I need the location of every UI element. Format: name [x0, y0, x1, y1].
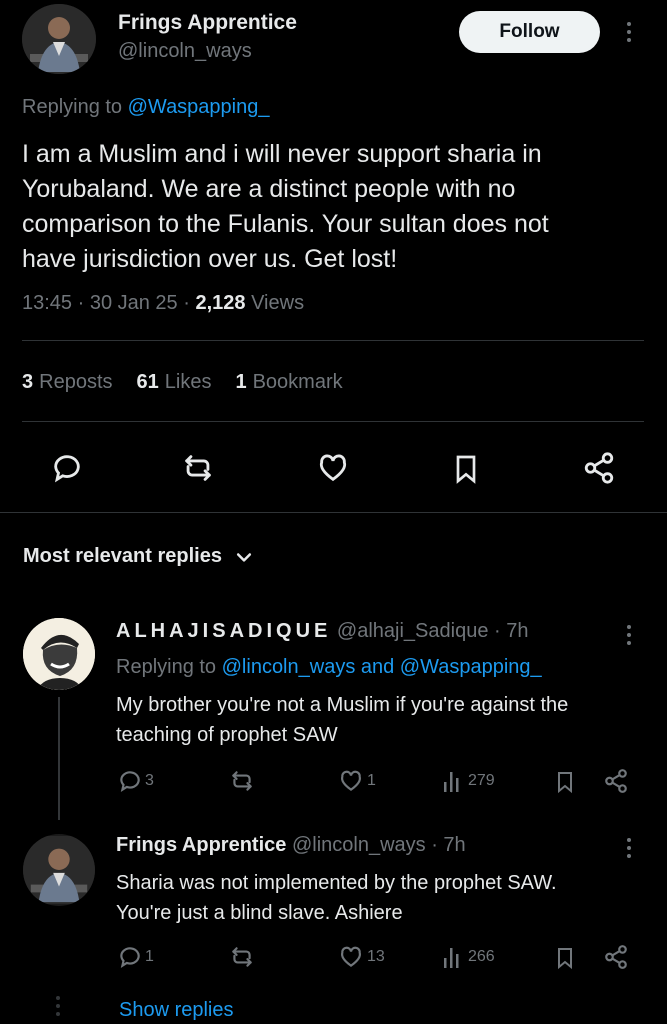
replies-header: Most relevant replies: [23, 545, 222, 567]
reply-comment-action[interactable]: 3: [117, 768, 154, 794]
reply-body-line: teaching of prophet SAW: [116, 724, 338, 746]
replies-sort-dropdown[interactable]: Most relevant replies: [23, 545, 254, 568]
replying-prefix: Replying to: [116, 656, 217, 678]
likes-stat[interactable]: 61 Likes: [137, 371, 212, 394]
author-handle[interactable]: @lincoln_ways: [118, 40, 252, 63]
tweet-body-line: have jurisdiction over us. Get lost!: [22, 245, 398, 273]
author-avatar[interactable]: [22, 4, 96, 74]
more-options-icon[interactable]: [619, 18, 639, 46]
reply-author-name[interactable]: Frings Apprentice: [116, 834, 286, 856]
comment-count: 1: [145, 948, 154, 965]
views-count: 279: [468, 772, 495, 789]
likes-count: 61: [136, 371, 159, 393]
reply-comment-action[interactable]: 1: [117, 944, 154, 970]
likes-label: Likes: [164, 371, 212, 393]
divider: [22, 421, 644, 422]
reply-author-handle[interactable]: @lincoln_ways · 7h: [292, 834, 466, 856]
views-count: 266: [468, 948, 495, 965]
bookmark-icon[interactable]: [553, 944, 577, 972]
reply-body: My brother you're not a Muslim if you're…: [116, 690, 568, 750]
views-icon: [442, 944, 464, 970]
like-count: 1: [367, 772, 376, 789]
replying-to-link[interactable]: @lincoln_ways and @Waspapping_: [222, 656, 542, 678]
like-icon[interactable]: [315, 451, 351, 485]
repost-icon[interactable]: [228, 768, 256, 794]
tweet-timestamp[interactable]: 13:45 · 30 Jan 25 ·: [22, 292, 190, 314]
bookmark-icon[interactable]: [450, 451, 482, 487]
views-label: Views: [251, 292, 305, 314]
replying-prefix: Replying to: [22, 96, 123, 118]
share-icon[interactable]: [603, 944, 629, 970]
like-count: 13: [367, 948, 385, 965]
reply-author-handle[interactable]: @alhaji_Sadique · 7h: [337, 620, 529, 642]
reply-body-line: Sharia was not implemented by the prophe…: [116, 872, 557, 894]
reply-views-action[interactable]: 266: [442, 944, 495, 970]
share-icon[interactable]: [582, 451, 616, 485]
tweet-body-line: comparison to the Fulanis. Your sultan d…: [22, 210, 549, 238]
replying-to-line: Replying to @Waspapping_: [22, 96, 270, 119]
show-replies-link[interactable]: Show replies: [119, 999, 234, 1022]
tweet-meta: 13:45 · 30 Jan 25 · 2,128 Views: [22, 292, 304, 315]
like-icon: [337, 768, 365, 794]
chevron-down-icon: [234, 547, 254, 567]
views-icon: [442, 768, 464, 794]
reposts-stat[interactable]: 3 Reposts: [22, 371, 113, 394]
reply-header: ALHAJISADIQUE @alhaji_Sadique · 7h: [116, 620, 528, 643]
bookmark-icon[interactable]: [553, 768, 577, 796]
author-name[interactable]: Frings Apprentice: [118, 11, 297, 35]
reply-body-line: You're just a blind slave. Ashiere: [116, 902, 403, 924]
reply-like-action[interactable]: 13: [337, 944, 385, 970]
bookmarks-label: Bookmark: [252, 371, 343, 393]
reply-icon: [117, 768, 143, 794]
reply-body: Sharia was not implemented by the prophe…: [116, 868, 557, 928]
share-icon[interactable]: [603, 768, 629, 794]
reposts-count: 3: [22, 371, 34, 393]
reply-icon[interactable]: [50, 451, 84, 485]
stats-row: 3 Reposts 61 Likes 1 Bookmark: [22, 371, 343, 394]
repost-icon[interactable]: [180, 451, 216, 485]
reply-avatar[interactable]: [23, 834, 95, 906]
reply-header: Frings Apprentice @lincoln_ways · 7h: [116, 834, 466, 857]
follow-button[interactable]: Follow: [459, 11, 600, 53]
divider: [22, 340, 644, 341]
like-icon: [337, 944, 365, 970]
reply-like-action[interactable]: 1: [337, 768, 376, 794]
thread-dots: [56, 996, 60, 1016]
reply-views-action[interactable]: 279: [442, 768, 495, 794]
replying-to-link[interactable]: @Waspapping_: [128, 96, 270, 118]
bookmarks-count: 1: [235, 371, 247, 393]
reposts-label: Reposts: [39, 371, 113, 393]
views-count: 2,128: [195, 292, 246, 314]
reply-avatar[interactable]: [23, 618, 95, 690]
comment-count: 3: [145, 772, 154, 789]
thread-line: [58, 697, 60, 820]
reply-author-name[interactable]: ALHAJISADIQUE: [116, 620, 331, 642]
tweet-body-line: Yorubaland. We are a distinct people wit…: [22, 175, 516, 203]
tweet-body: I am a Muslim and i will never support s…: [22, 137, 549, 277]
divider: [0, 512, 667, 513]
bookmarks-stat[interactable]: 1 Bookmark: [235, 371, 342, 394]
repost-icon[interactable]: [228, 944, 256, 970]
reply-body-line: My brother you're not a Muslim if you're…: [116, 694, 569, 716]
more-options-icon[interactable]: [620, 836, 638, 860]
tweet-body-line: I am a Muslim and i will never support s…: [22, 140, 542, 168]
reply-replying-to: Replying to @lincoln_ways and @Waspappin…: [116, 656, 542, 679]
more-options-icon[interactable]: [620, 623, 638, 647]
reply-icon: [117, 944, 143, 970]
